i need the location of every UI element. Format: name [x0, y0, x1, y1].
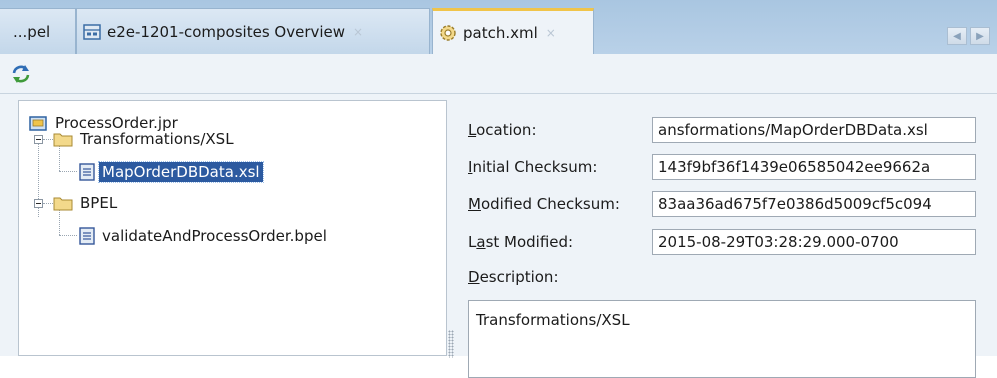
modified-checksum-field[interactable]: 83aa36ad675f7e0386d5009cf5c094 [652, 191, 976, 217]
scroll-tabs-right-button[interactable]: ▶ [970, 27, 990, 45]
location-label: Location: [468, 121, 537, 139]
tree-folder-bpel[interactable]: BPEL [53, 191, 120, 215]
editor-toolbar [0, 54, 997, 94]
bpel-file-icon [79, 227, 95, 245]
description-label: Description: [468, 268, 559, 286]
panel-splitter[interactable] [448, 330, 454, 358]
initial-checksum-label: Initial Checksum: [468, 158, 598, 176]
collapse-toggle[interactable] [34, 135, 43, 144]
tree-folder-label: BPEL [80, 194, 118, 212]
tree-guide [59, 171, 77, 172]
tab-composites-overview-label: e2e-1201-composites Overview [107, 22, 346, 41]
tab-bpel-label: ...pel [13, 22, 51, 41]
collapse-toggle[interactable] [34, 199, 43, 208]
location-field[interactable]: ansformations/MapOrderDBData.xsl [652, 117, 976, 143]
tab-patch-xml[interactable]: patch.xml × [432, 8, 594, 54]
tree-guide [59, 235, 77, 236]
project-tree[interactable]: ProcessOrder.jpr Transformations/XSL Map… [18, 100, 447, 356]
tab-patch-xml-label: patch.xml [463, 23, 538, 42]
editor-tab-strip: ...pel e2e-1201-composites Overview × pa… [0, 0, 997, 54]
description-textarea[interactable]: Transformations/XSL [468, 300, 976, 378]
tree-file-label: validateAndProcessOrder.bpel [102, 227, 327, 245]
xsl-file-icon [79, 163, 95, 181]
chevron-left-icon: ◀ [953, 30, 961, 42]
refresh-icon [12, 65, 30, 83]
initial-checksum-field[interactable]: 143f9bf36f1439e06585042ee9662a [652, 154, 976, 180]
refresh-button[interactable] [10, 63, 32, 85]
chevron-right-icon: ▶ [976, 30, 984, 42]
close-icon[interactable]: × [353, 25, 363, 39]
last-modified-field[interactable]: 2015-08-29T03:28:29.000-0700 [652, 229, 976, 255]
tree-file-maporderdbdata[interactable]: MapOrderDBData.xsl [79, 160, 264, 184]
modified-checksum-label: Modified Checksum: [468, 195, 620, 213]
tree-guide [43, 203, 53, 204]
tab-bpel[interactable]: ...pel [0, 8, 76, 54]
last-modified-label: Last Modified: [468, 233, 574, 251]
tree-folder-label: Transformations/XSL [80, 130, 234, 148]
composite-overview-icon [83, 23, 101, 40]
tree-folder-transformations[interactable]: Transformations/XSL [53, 127, 237, 151]
scroll-tabs-left-button[interactable]: ◀ [947, 27, 967, 45]
close-icon[interactable]: × [546, 26, 556, 40]
patch-gear-icon [439, 24, 457, 42]
tab-composites-overview[interactable]: e2e-1201-composites Overview × [76, 8, 430, 54]
tree-file-validateandprocessorder[interactable]: validateAndProcessOrder.bpel [79, 224, 330, 248]
project-icon [29, 116, 47, 131]
folder-icon [53, 197, 73, 211]
tree-guide [43, 139, 53, 140]
folder-icon [53, 133, 73, 147]
tree-file-label: MapOrderDBData.xsl [98, 161, 264, 183]
